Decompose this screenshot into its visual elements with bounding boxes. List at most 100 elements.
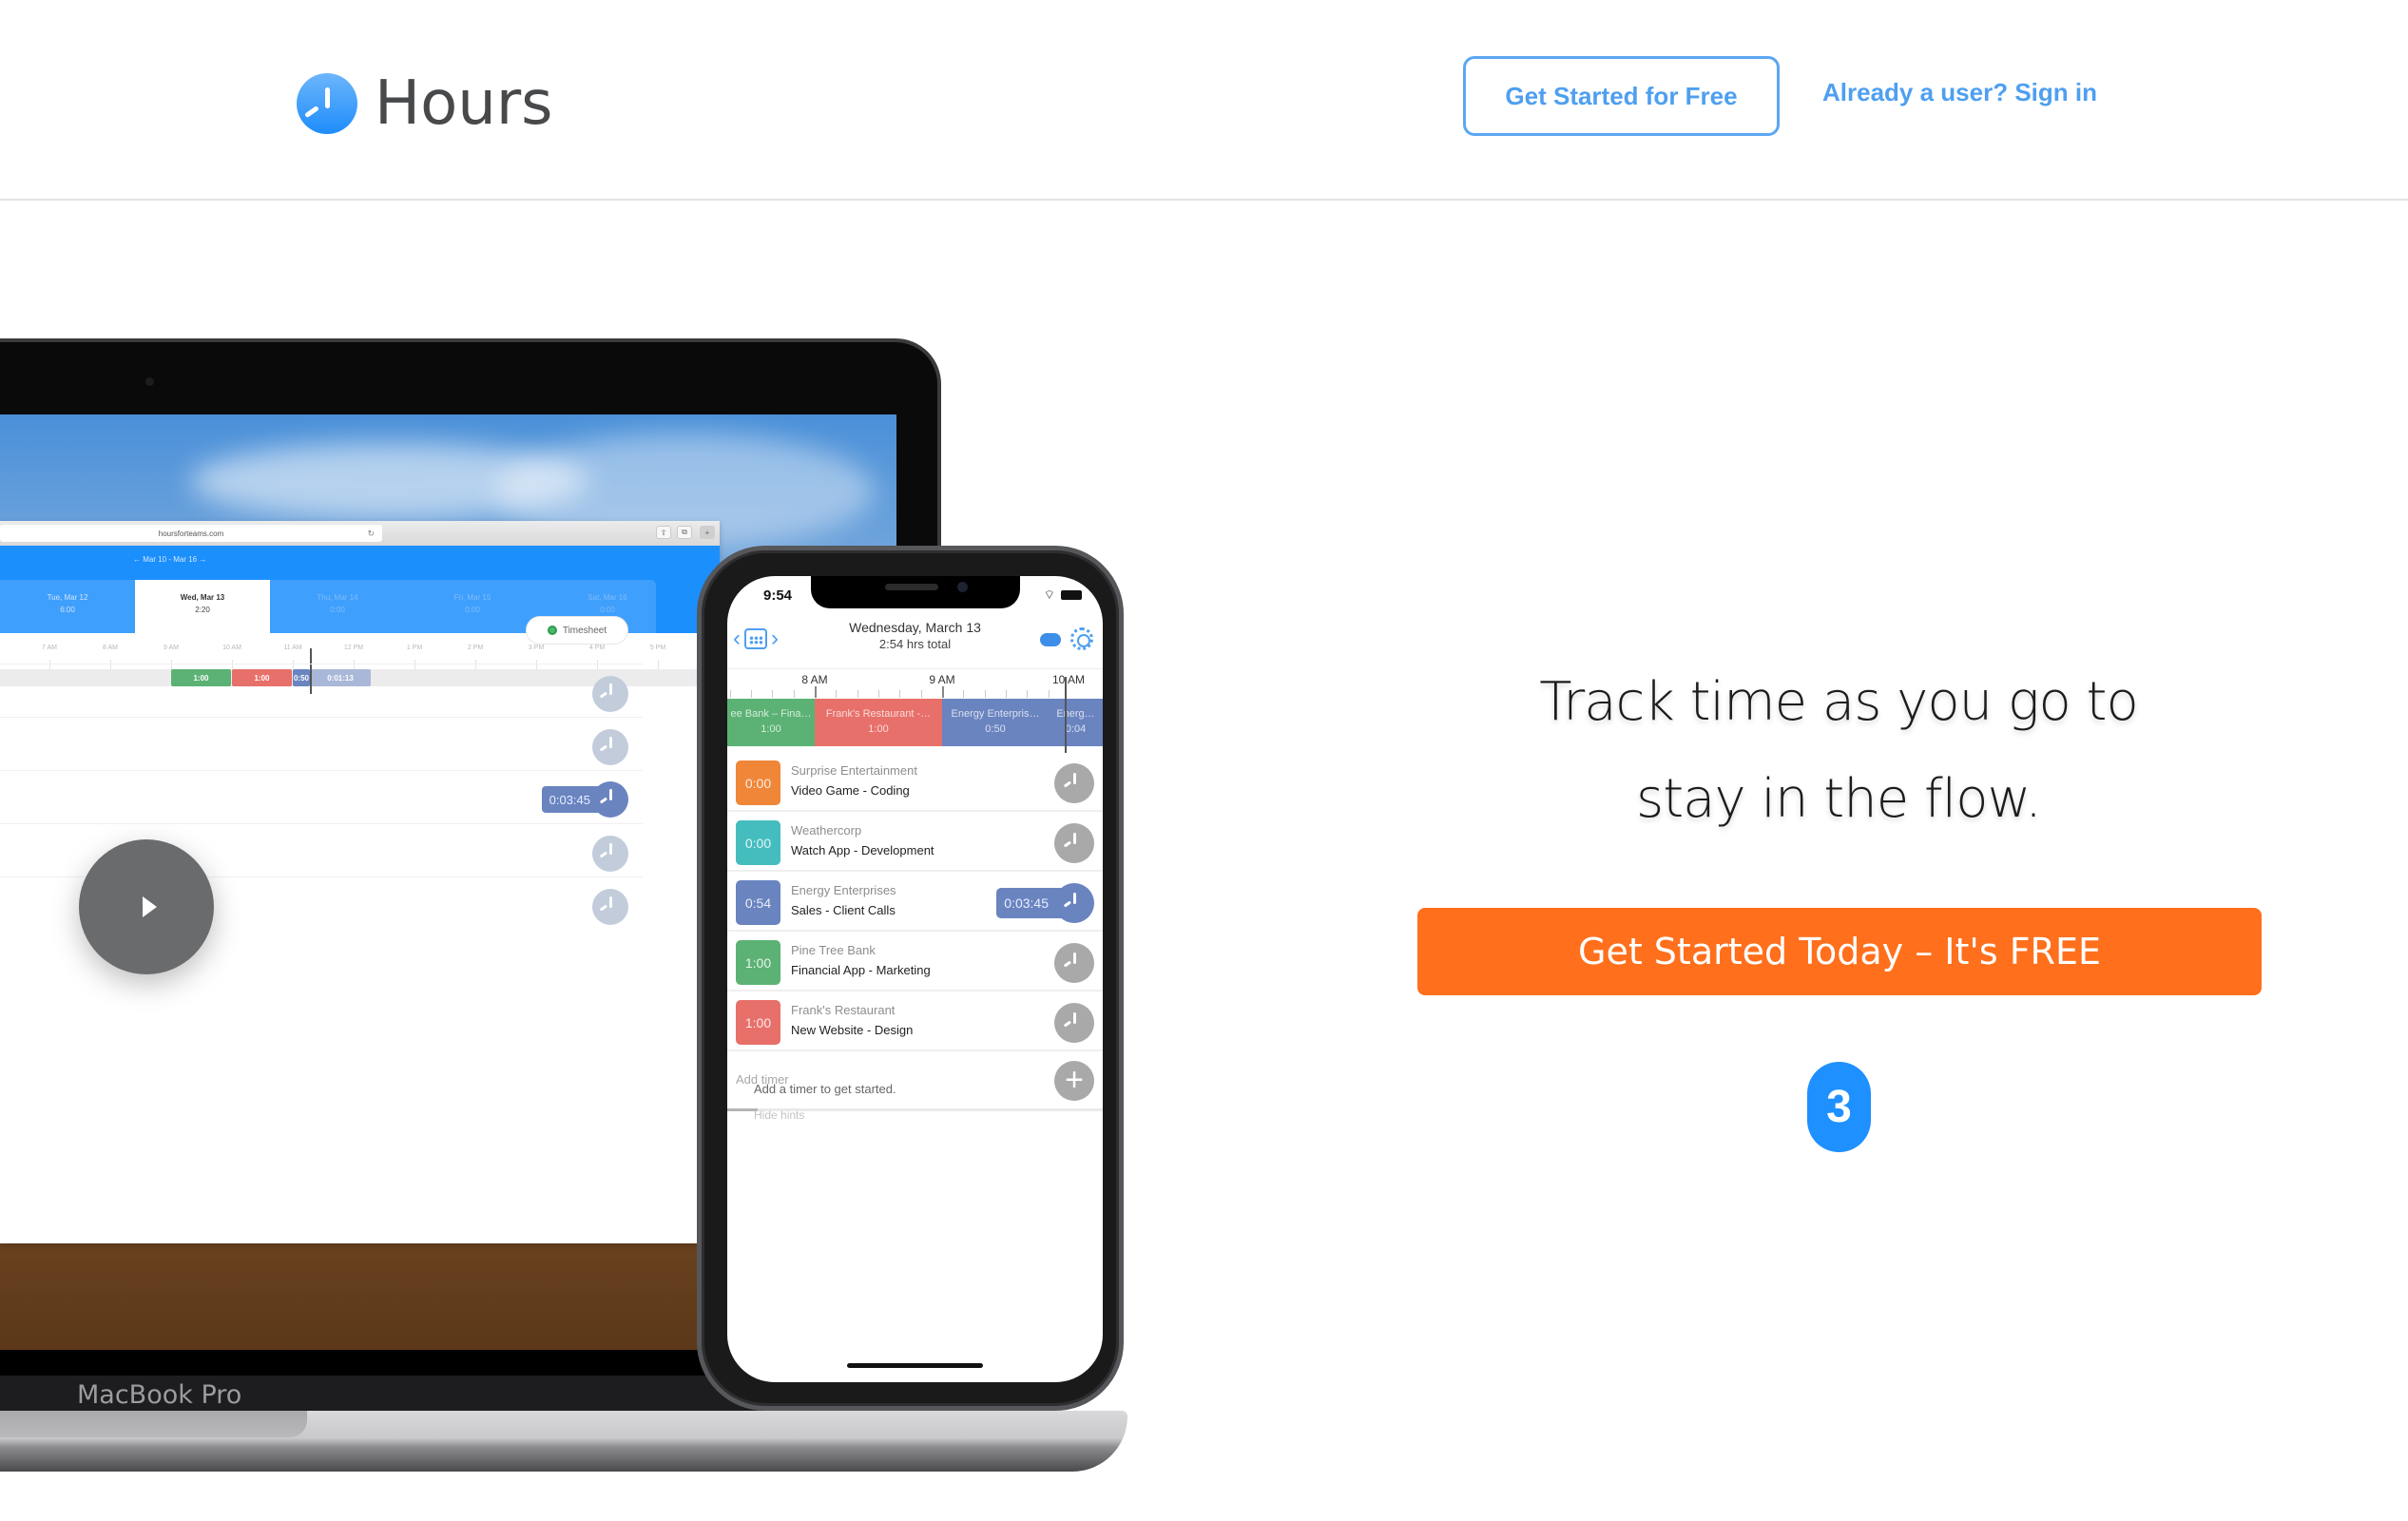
hour-label: 5 PM: [649, 645, 666, 651]
share-icon[interactable]: ⇧: [656, 526, 671, 539]
status-time: 9:54: [763, 587, 793, 604]
start-timer-button[interactable]: [592, 676, 628, 712]
phone-time-segment[interactable]: Energy Enterpris… 0:50: [942, 699, 1049, 746]
start-timer-button[interactable]: [1054, 763, 1094, 803]
url-bar[interactable]: hoursforteams.com ↻: [0, 525, 382, 542]
timer-total-tile[interactable]: 0:00: [736, 820, 780, 865]
running-timer[interactable]: 0:03:45: [996, 883, 1094, 923]
start-timer-button[interactable]: [1054, 823, 1094, 863]
timer-row[interactable]: 0:54 Energy Enterprises Sales - Client Cal…: [727, 872, 1103, 932]
stop-timer-button[interactable]: [1054, 883, 1094, 923]
logo[interactable]: Hours: [297, 68, 553, 139]
timer-total-tile[interactable]: 0:00: [736, 760, 780, 805]
hero-headline: Track time as you go to stay in the flow…: [1416, 654, 2262, 848]
timer-client: Pine Tree Bank: [791, 943, 876, 957]
day-tab[interactable]: Thu, Mar 14 0:00: [270, 580, 405, 633]
running-timer[interactable]: 0:03:45: [541, 781, 628, 818]
timer-total-tile[interactable]: 0:54: [736, 880, 780, 925]
day-tab[interactable]: Wed, Mar 13 2:20: [135, 580, 270, 633]
segment-duration: 0:50: [985, 723, 1006, 735]
timer-client: Weathercorp: [791, 823, 862, 838]
logo-text: Hours: [375, 68, 553, 139]
day-tab-title: Sat, Mar 16: [588, 593, 627, 602]
add-timer-button[interactable]: +: [1054, 1061, 1094, 1101]
phone-hour-label: 9 AM: [929, 673, 955, 686]
segment-label: ee Bank – Fina…: [730, 708, 812, 720]
segment-duration: 1:00: [761, 723, 781, 735]
timer-client: Surprise Entertainment: [791, 763, 917, 778]
segment-duration: 1:00: [868, 723, 889, 735]
start-timer-button[interactable]: [1054, 943, 1094, 983]
start-timer-button[interactable]: [592, 836, 628, 872]
timer-client: Frank's Restaurant: [791, 1003, 896, 1017]
hour-label: 10 AM: [222, 645, 241, 651]
get-started-today-button[interactable]: Get Started Today – It's FREE: [1417, 908, 2262, 995]
phone-timeline: 8 AM 9 AM 10 AM ee Bank – Fina… 1:00 Frank's …: [727, 669, 1103, 753]
timeline-tick: [772, 690, 774, 698]
timer-row[interactable]: 0:00 Weathercorp Watch App - Development: [727, 812, 1103, 872]
day-tab[interactable]: Fri, Mar 15 0:00: [405, 580, 540, 633]
status-icons: ⌔: [1044, 587, 1082, 603]
timer-client: Energy Enterprises: [791, 883, 896, 897]
get-started-free-button[interactable]: Get Started for Free: [1463, 56, 1780, 136]
timeline-tick: [750, 690, 752, 698]
phone-frame: 9:54 ⌔ ‹ › Wednesday, March 13 2:54 hrs …: [697, 546, 1124, 1411]
timeline-tick: [793, 690, 795, 698]
timer-row[interactable]: 0:00 Surprise Entertainment Video Game - C…: [727, 752, 1103, 812]
hint-text: Add a timer to get started.: [754, 1082, 896, 1096]
timer-total-tile[interactable]: 1:00: [736, 1000, 780, 1045]
phone-day-header: ‹ › Wednesday, March 13 2:54 hrs total: [727, 614, 1103, 669]
timesheet-button[interactable]: Timesheet: [526, 616, 628, 645]
phone-time-segment[interactable]: Frank's Restaurant -… 1:00: [815, 699, 942, 746]
headline-line-1: Track time as you go to: [1539, 671, 2139, 733]
hour-label: 8 AM: [103, 645, 118, 651]
timeline-tick: [963, 690, 965, 698]
timeline-tick: [920, 690, 922, 698]
start-timer-button[interactable]: [592, 889, 628, 925]
cloud-sync-icon[interactable]: [1040, 633, 1061, 646]
start-timer-button[interactable]: [592, 729, 628, 765]
headline-line-2: stay in the flow.: [1636, 768, 2042, 830]
day-tab-total: 2:20: [195, 606, 210, 614]
wifi-icon: ⌔: [1043, 587, 1055, 602]
day-tab-total: 0:00: [330, 606, 345, 614]
timer-row[interactable]: 1:00 Frank's Restaurant New Website - Desi…: [727, 992, 1103, 1051]
new-tab-icon[interactable]: +: [700, 526, 715, 539]
timer-project: Video Game - Coding: [791, 783, 910, 798]
play-video-button[interactable]: [79, 839, 214, 974]
phone-screen: 9:54 ⌔ ‹ › Wednesday, March 13 2:54 hrs …: [727, 576, 1103, 1382]
hour-label: 11 AM: [283, 645, 302, 651]
timeline-tick: [857, 690, 858, 698]
tabs-icon[interactable]: ⧉: [677, 526, 692, 539]
segment-label: Energy Enterpris…: [951, 708, 1040, 720]
reload-icon[interactable]: ↻: [367, 529, 375, 539]
sign-in-link[interactable]: Already a user? Sign in: [1822, 78, 2097, 107]
gear-icon[interactable]: [1070, 627, 1093, 650]
hide-hints-link[interactable]: Hide hints: [754, 1108, 804, 1122]
timesheet-label: Timesheet: [562, 625, 607, 636]
front-camera: [957, 582, 968, 592]
timer-project: Watch App - Development: [791, 843, 934, 857]
day-tab-total: 0:00: [600, 606, 615, 614]
week-navigator[interactable]: ← Mar 10 - Mar 16 →: [133, 555, 206, 564]
start-timer-button[interactable]: [1054, 1003, 1094, 1043]
timeline-tick: [1048, 690, 1050, 698]
phone-time-segment[interactable]: Energ… 0:04: [1049, 699, 1103, 746]
browser-toolbar: hoursforteams.com ↻ ⇧ ⧉ +: [0, 521, 720, 546]
running-clock-button[interactable]: [592, 781, 628, 818]
timer-row[interactable]: 1:00 Pine Tree Bank Financial App - Market…: [727, 932, 1103, 992]
timer-list: 0:00 Surprise Entertainment Video Game - C…: [727, 752, 1103, 1111]
current-time-line: [1065, 677, 1067, 753]
clock-logo-icon: [297, 73, 357, 134]
timer-total-tile[interactable]: 1:00: [736, 940, 780, 985]
hour-label: 1 PM: [406, 645, 423, 651]
timer-row: 0:03:45: [0, 770, 643, 823]
timeline-tick: [814, 686, 817, 698]
home-indicator: [847, 1363, 983, 1368]
hour-label: 12 PM: [343, 645, 364, 651]
timeline-tick: [899, 690, 901, 698]
day-tab-title: Wed, Mar 13: [180, 593, 225, 602]
phone-time-segment[interactable]: ee Bank – Fina… 1:00: [727, 699, 815, 746]
timer-project: Sales - Client Calls: [791, 903, 896, 917]
day-tab[interactable]: Tue, Mar 12 6:00: [0, 580, 135, 633]
